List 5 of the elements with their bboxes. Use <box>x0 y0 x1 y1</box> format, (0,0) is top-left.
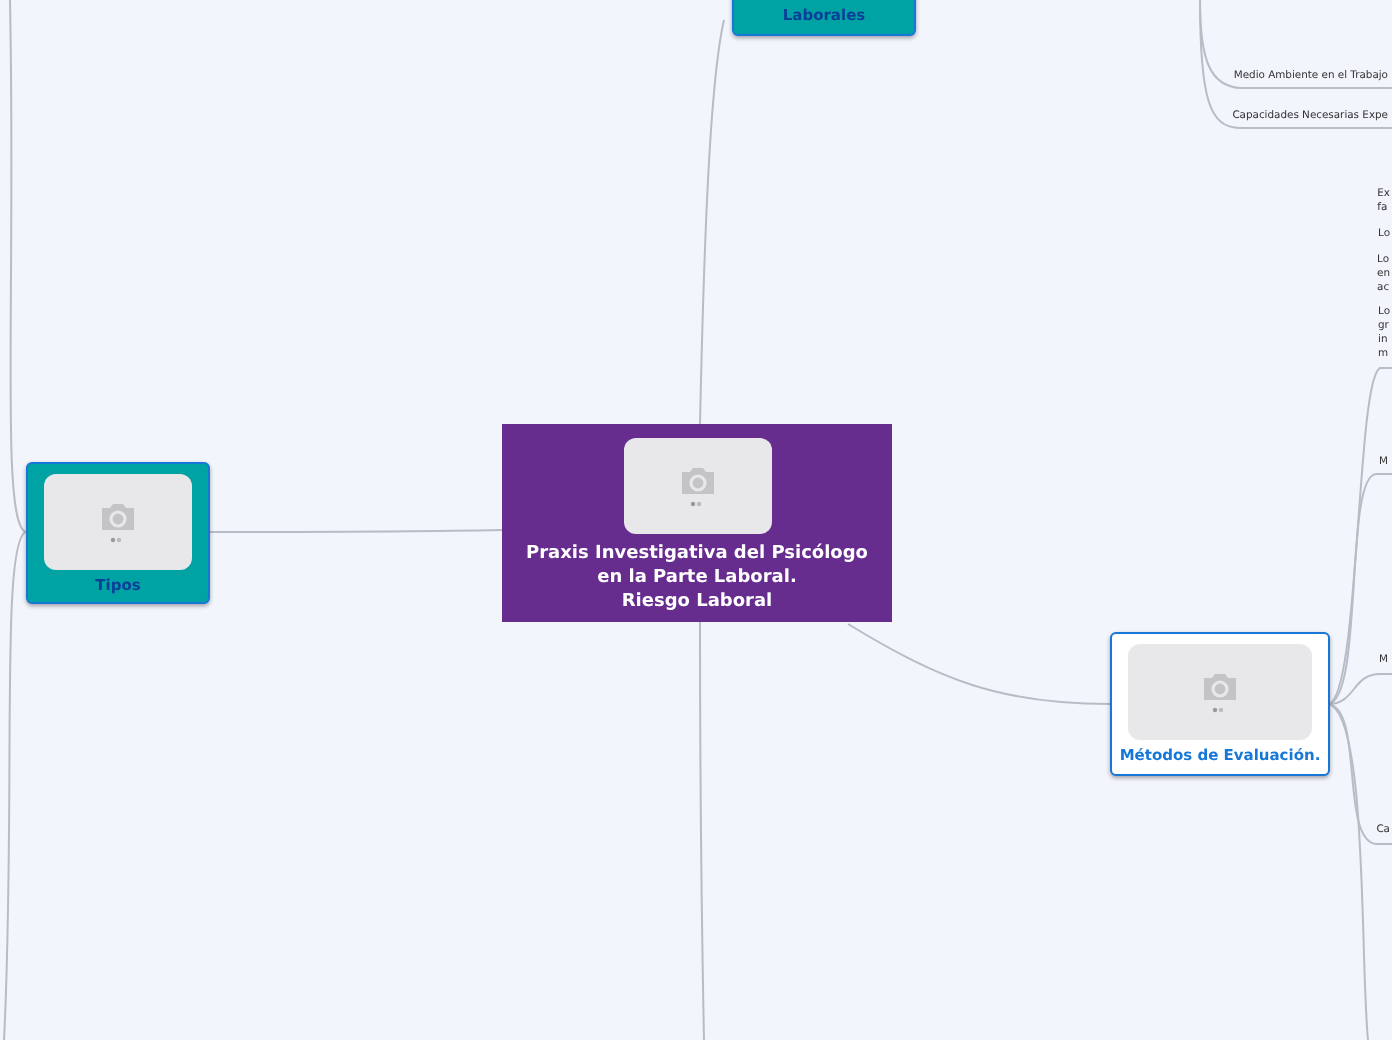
central-topic-title: Praxis Investigativa del Psicólogo en la Parte Laboral. Riesgo Laboral <box>526 542 868 614</box>
central-topic-node[interactable]: Praxis Investigativa del Psicólogo en la Parte Laboral. Riesgo Laboral <box>502 424 892 622</box>
camera-icon <box>677 464 717 508</box>
camera-icon <box>98 500 138 544</box>
camera-icon <box>1200 670 1240 714</box>
